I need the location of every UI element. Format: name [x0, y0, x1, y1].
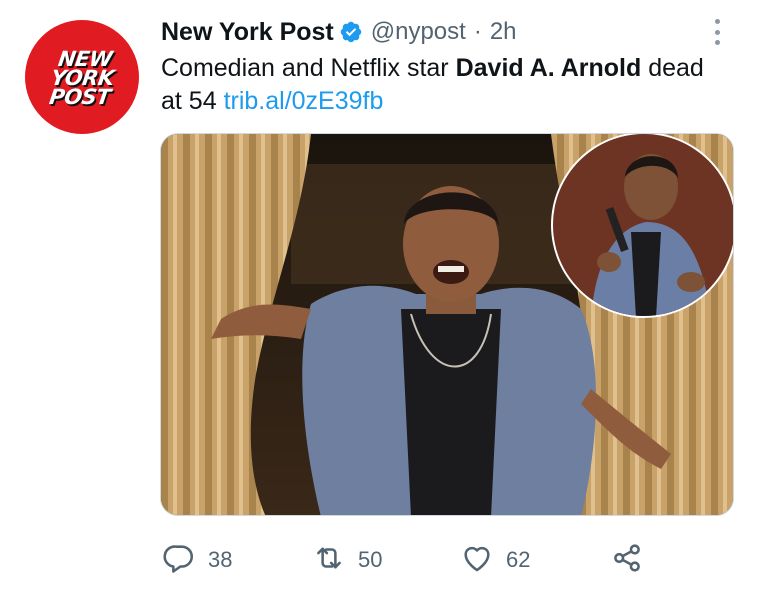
timestamp[interactable]: 2h: [490, 18, 517, 46]
share-button[interactable]: [610, 540, 644, 580]
tweet-text-bold: David A. Arnold: [455, 54, 642, 82]
reply-button[interactable]: 38: [162, 540, 232, 580]
like-count: 62: [506, 547, 531, 572]
account-handle[interactable]: @nypost: [371, 18, 466, 46]
nypost-logo: NEW YORK POST: [47, 47, 118, 109]
account-name[interactable]: New York Post: [161, 18, 334, 47]
share-icon: [610, 541, 644, 580]
reply-count: 38: [208, 547, 233, 572]
tweet[interactable]: NEW YORK POST New York Post @nypost · 2h…: [0, 0, 760, 600]
reply-icon: [162, 541, 196, 580]
tweet-link[interactable]: trib.al/0zE39fb: [224, 87, 384, 115]
avatar[interactable]: NEW YORK POST: [25, 20, 139, 134]
tweet-text: Comedian and Netflix star David A. Arnol…: [161, 52, 721, 118]
separator-dot: ·: [473, 18, 482, 45]
more-options-icon[interactable]: [707, 16, 727, 48]
retweet-count: 50: [358, 547, 383, 572]
tweet-actions: 38 50 62: [160, 540, 660, 580]
tweet-text-start: Comedian and Netflix star: [161, 54, 456, 82]
logo-line-3: POST: [47, 84, 112, 109]
retweet-button[interactable]: 50: [312, 540, 382, 580]
tweet-photo[interactable]: [160, 133, 734, 516]
inset-photo: [551, 134, 733, 318]
heart-icon: [460, 541, 494, 580]
like-button[interactable]: 62: [460, 540, 530, 580]
verified-badge-icon: [339, 20, 363, 44]
retweet-icon: [312, 541, 346, 580]
tweet-header: New York Post @nypost · 2h: [161, 16, 517, 48]
